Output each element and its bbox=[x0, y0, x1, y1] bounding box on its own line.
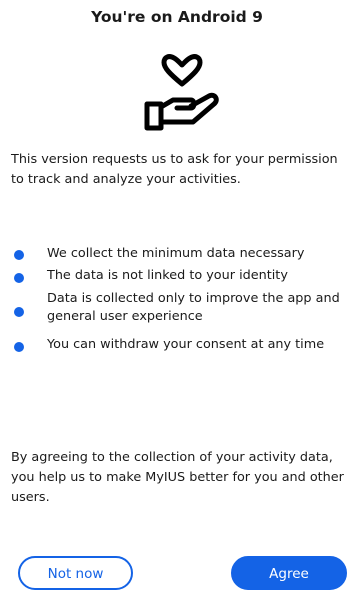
list-item: You can withdraw your consent at any tim… bbox=[0, 336, 354, 359]
agree-button[interactable]: Agree bbox=[231, 556, 347, 590]
hand-holding-heart-icon bbox=[144, 54, 219, 131]
intro-text: This version requests us to ask for your… bbox=[11, 152, 338, 187]
list-item: We collect the minimum data necessary bbox=[0, 244, 354, 267]
list-item-label: You can withdraw your consent at any tim… bbox=[47, 337, 325, 352]
benefits-list: We collect the minimum data necessary Th… bbox=[0, 244, 354, 359]
not-now-button[interactable]: Not now bbox=[18, 556, 133, 590]
bullet-dot-icon bbox=[14, 273, 24, 283]
bullet-dot-icon bbox=[14, 307, 24, 317]
bullet-dot-icon bbox=[14, 342, 24, 352]
list-item-label: Data is collected only to improve the ap… bbox=[47, 291, 340, 324]
list-item: Data is collected only to improve the ap… bbox=[0, 290, 354, 336]
list-item-label: The data is not linked to your identity bbox=[47, 268, 288, 283]
list-item: The data is not linked to your identity bbox=[0, 267, 354, 290]
bullet-dot-icon bbox=[14, 250, 24, 260]
page-title: You're on Android 9 bbox=[91, 8, 263, 26]
list-item-label: We collect the minimum data necessary bbox=[47, 246, 305, 261]
outro-text: By agreeing to the collection of your ac… bbox=[11, 450, 344, 505]
